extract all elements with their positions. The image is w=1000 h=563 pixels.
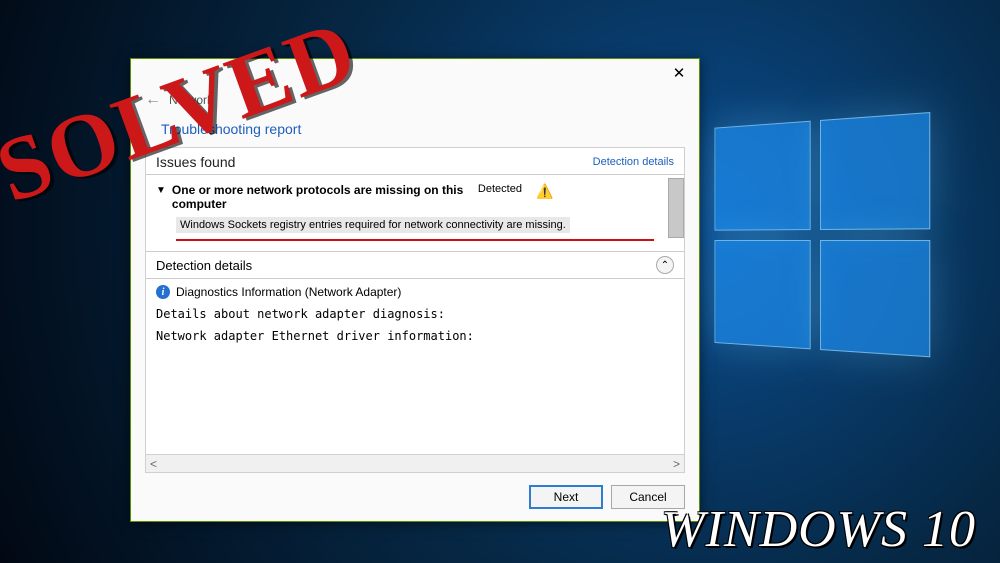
breadcrumb: ← Network (131, 87, 699, 119)
diag-line-1: Details about network adapter diagnosis: (146, 305, 684, 327)
detection-details-link[interactable]: Detection details (593, 156, 674, 168)
issue-title: One or more network protocols are missin… (172, 183, 472, 211)
scroll-right-icon[interactable]: > (673, 457, 680, 471)
issues-header: Issues found Detection details (146, 148, 684, 175)
close-icon[interactable]: ✕ (667, 64, 691, 82)
collapse-chevron-icon[interactable]: ⌃ (656, 256, 674, 274)
windows10-caption: WINDOWS 10 (661, 500, 976, 559)
highlight-underline (176, 239, 654, 241)
report-title-link[interactable]: Troubleshooting report (131, 119, 699, 147)
warning-icon: ⚠️ (536, 183, 553, 200)
diag-line-2: Network adapter Ethernet driver informat… (146, 327, 684, 349)
issues-heading: Issues found (156, 154, 235, 170)
troubleshooter-dialog: ✕ ← Network Troubleshooting report Issue… (130, 58, 700, 522)
detection-heading: Detection details (156, 258, 252, 273)
diagnostics-label: Diagnostics Information (Network Adapter… (176, 285, 401, 299)
issue-description: Windows Sockets registry entries require… (176, 217, 570, 233)
next-button[interactable]: Next (529, 485, 603, 509)
windows-logo-backdrop (714, 111, 941, 369)
titlebar: ✕ (131, 59, 699, 87)
issue-row: ▼ One or more network protocols are miss… (146, 175, 684, 251)
info-icon: i (156, 285, 170, 299)
report-content: Issues found Detection details ▼ One or … (145, 147, 685, 473)
vertical-scrollbar[interactable] (668, 178, 684, 238)
issue-status: Detected (478, 183, 522, 195)
diagnostics-row: i Diagnostics Information (Network Adapt… (146, 279, 684, 305)
button-bar: Next Cancel (131, 473, 699, 521)
horizontal-scrollbar[interactable]: < > (146, 454, 684, 472)
scroll-left-icon[interactable]: < (150, 457, 157, 471)
breadcrumb-label: Network (169, 93, 213, 107)
back-arrow-icon[interactable]: ← (145, 91, 161, 109)
expand-triangle-icon[interactable]: ▼ (156, 185, 166, 196)
detection-header: Detection details ⌃ (146, 251, 684, 279)
